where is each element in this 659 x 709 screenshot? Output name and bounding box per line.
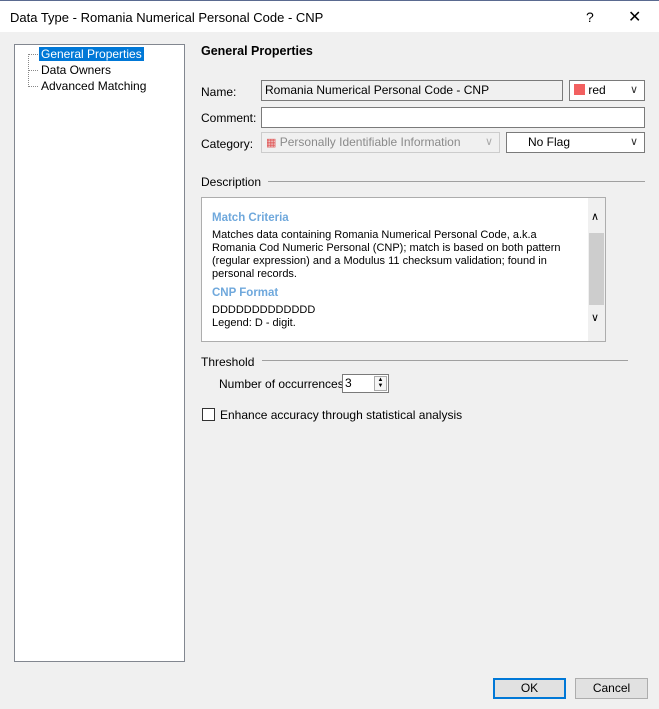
chevron-down-icon: ∨	[629, 136, 638, 148]
category-select[interactable]: ▦ Personally Identifiable Information ∨	[261, 132, 500, 153]
ok-button[interactable]: OK	[493, 678, 566, 699]
flag-value: No Flag	[528, 135, 571, 149]
help-button[interactable]: ?	[586, 9, 594, 25]
enhance-accuracy-checkbox[interactable]	[202, 408, 215, 421]
description-box[interactable]: Match Criteria Matches data containing R…	[201, 197, 606, 342]
panel-heading: General Properties	[201, 44, 313, 58]
scrollbar-thumb[interactable]	[589, 233, 604, 305]
category-value: Personally Identifiable Information	[279, 135, 461, 149]
color-swatch	[574, 84, 585, 95]
format-pattern: DDDDDDDDDDDDD	[212, 304, 316, 316]
title-bar: Data Type - Romania Numerical Personal C…	[0, 0, 659, 32]
occurrences-label: Number of occurrences:	[219, 377, 348, 391]
occurrences-value: 3	[345, 376, 352, 390]
match-criteria-text: Matches data containing Romania Numerica…	[212, 229, 561, 280]
enhance-accuracy-label: Enhance accuracy through statistical ana…	[220, 408, 463, 422]
tree-item-advanced-matching[interactable]: Advanced Matching	[39, 79, 148, 93]
color-value: red	[588, 83, 606, 97]
category-icon: ▦	[266, 137, 277, 149]
tree-line	[28, 86, 38, 87]
match-criteria-heading: Match Criteria	[212, 212, 289, 224]
cancel-button[interactable]: Cancel	[575, 678, 648, 699]
description-label: Description	[201, 175, 262, 189]
chevron-down-icon: ∨	[484, 136, 493, 148]
divider	[268, 181, 645, 182]
color-select[interactable]: red ∨	[569, 80, 645, 101]
name-field[interactable]: Romania Numerical Personal Code - CNP	[261, 80, 563, 101]
divider	[262, 360, 628, 361]
format-legend: Legend: D - digit.	[212, 317, 296, 329]
tree-line	[28, 54, 38, 55]
category-label: Category:	[201, 137, 254, 151]
scroll-down-icon[interactable]: ∨	[591, 311, 599, 324]
comment-field[interactable]	[261, 107, 645, 128]
scroll-up-icon[interactable]: ∧	[591, 210, 599, 223]
chevron-down-icon: ∨	[629, 84, 638, 96]
navigation-tree: General Properties Data Owners Advanced …	[14, 44, 185, 662]
threshold-label: Threshold	[201, 355, 255, 369]
occurrences-stepper[interactable]: 3 ▲ ▼	[342, 374, 389, 393]
tree-line	[28, 70, 38, 71]
comment-label: Comment:	[201, 111, 257, 125]
tree-item-general-properties[interactable]: General Properties	[39, 47, 144, 61]
window-title: Data Type - Romania Numerical Personal C…	[10, 10, 324, 25]
flag-select[interactable]: No Flag ∨	[506, 132, 645, 153]
cnp-format-heading: CNP Format	[212, 287, 279, 299]
tree-item-data-owners[interactable]: Data Owners	[39, 63, 113, 77]
name-label: Name:	[201, 85, 237, 99]
close-button[interactable]: ✕	[628, 7, 641, 27]
scrollbar[interactable]: ∧ ∨	[588, 198, 605, 341]
decrement-icon[interactable]: ▼	[375, 383, 386, 389]
